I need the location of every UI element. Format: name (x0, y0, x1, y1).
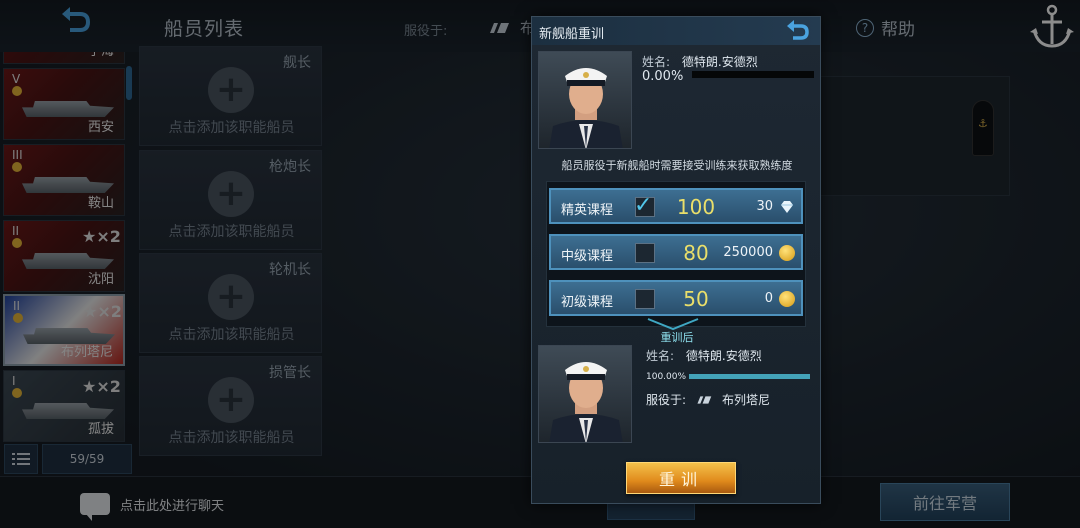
serve-label: 服役于: (646, 393, 687, 407)
proficiency-percent: 0.00% (642, 69, 684, 84)
course-list: 精英课程 ✓ 100 30 中级课程 80 250000 初级课程 50 0 (546, 181, 806, 327)
crew-name: 德特朗.安德烈 (681, 55, 758, 69)
diamond-icon (781, 201, 793, 213)
name-label: 姓名: (642, 55, 671, 69)
check-icon: ✓ (634, 193, 653, 218)
proficiency-bar (689, 374, 810, 379)
train-description: 船员服役于新舰船时需要接受训练来获取熟练度 (561, 159, 793, 172)
serve-row: 服役于: 布列塔尼 (646, 391, 770, 408)
course-value: 50 (683, 287, 709, 311)
retrain-dialog: 新舰船重训 姓名: 德特朗.安德烈 0.00% 船员服役于新舰船时需要接受训练来… (531, 16, 821, 504)
gold-coin-icon (779, 291, 795, 307)
dialog-title: 新舰船重训 (539, 27, 605, 42)
course-value: 100 (676, 195, 716, 219)
proficiency-percent: 100.00% (646, 372, 687, 382)
course-value: 80 (683, 241, 709, 265)
proficiency-bar-fill (689, 374, 810, 379)
dialog-back-button[interactable] (784, 19, 812, 43)
retrain-button[interactable]: 重训 (626, 462, 736, 494)
crew-portrait (538, 51, 632, 149)
course-cost: 0 (764, 291, 773, 306)
course-elite[interactable]: 精英课程 ✓ 100 30 (549, 188, 803, 224)
course-name: 精英课程 (561, 203, 614, 218)
crew-portrait (538, 345, 632, 443)
ship-class-icon (697, 395, 712, 404)
proficiency-bar (692, 71, 814, 78)
gold-coin-icon (779, 245, 795, 261)
serve-ship: 布列塔尼 (722, 393, 771, 407)
after-label: 重训后 (660, 331, 694, 344)
course-checkbox[interactable] (635, 243, 655, 263)
name-label: 姓名: (646, 349, 675, 363)
crew-name: 德特朗.安德烈 (685, 349, 762, 363)
dialog-header: 新舰船重训 (532, 17, 820, 45)
crew-name-row: 姓名: 德特朗.安德烈 (642, 53, 758, 70)
back-arrow-icon (787, 20, 809, 40)
course-checkbox[interactable]: ✓ (634, 193, 655, 218)
course-basic[interactable]: 初级课程 50 0 (549, 280, 803, 316)
course-name: 中级课程 (561, 249, 614, 264)
course-name: 初级课程 (561, 295, 614, 310)
course-intermediate[interactable]: 中级课程 80 250000 (549, 234, 803, 270)
crew-name-row: 姓名: 德特朗.安德烈 (646, 347, 762, 364)
course-checkbox[interactable] (635, 289, 655, 309)
course-cost: 250000 (723, 245, 773, 260)
course-cost: 30 (756, 199, 773, 214)
